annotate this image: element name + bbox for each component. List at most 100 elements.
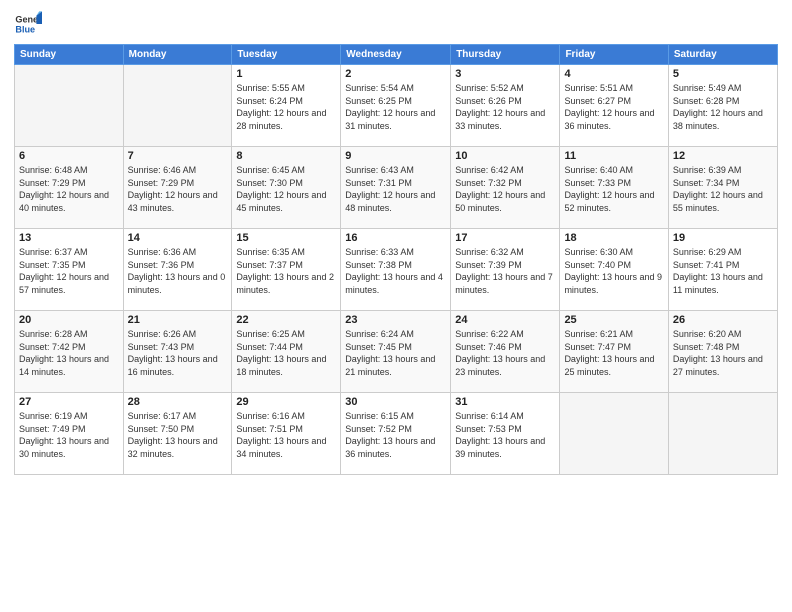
- calendar-cell: 26 Sunrise: 6:20 AM Sunset: 7:48 PM Dayli…: [668, 311, 777, 393]
- day-number: 23: [345, 314, 446, 326]
- day-info: Sunrise: 5:49 AM Sunset: 6:28 PM Dayligh…: [673, 82, 773, 132]
- day-number: 24: [455, 314, 555, 326]
- calendar-cell: 29 Sunrise: 6:16 AM Sunset: 7:51 PM Dayli…: [232, 393, 341, 475]
- day-info: Sunrise: 6:14 AM Sunset: 7:53 PM Dayligh…: [455, 410, 555, 460]
- calendar-table: SundayMondayTuesdayWednesdayThursdayFrid…: [14, 44, 778, 475]
- day-info: Sunrise: 6:46 AM Sunset: 7:29 PM Dayligh…: [128, 164, 228, 214]
- day-info: Sunrise: 5:54 AM Sunset: 6:25 PM Dayligh…: [345, 82, 446, 132]
- calendar-cell: 7 Sunrise: 6:46 AM Sunset: 7:29 PM Daylig…: [123, 147, 232, 229]
- calendar-cell: 23Sunrise: 6:24 AM Sunset: 7:45 PM Dayli…: [341, 311, 451, 393]
- day-info: Sunrise: 6:17 AM Sunset: 7:50 PM Dayligh…: [128, 410, 228, 460]
- calendar-cell: 4 Sunrise: 5:51 AM Sunset: 6:27 PM Daylig…: [560, 65, 668, 147]
- calendar-cell: 10Sunrise: 6:42 AM Sunset: 7:32 PM Dayli…: [451, 147, 560, 229]
- day-number: 9: [345, 150, 446, 162]
- calendar-cell: 14 Sunrise: 6:36 AM Sunset: 7:36 PM Dayli…: [123, 229, 232, 311]
- day-number: 26: [673, 314, 773, 326]
- day-number: 13: [19, 232, 119, 244]
- day-number: 18: [564, 232, 663, 244]
- day-number: 15: [236, 232, 336, 244]
- calendar-cell: 30 Sunrise: 6:15 AM Sunset: 7:52 PM Dayli…: [341, 393, 451, 475]
- calendar-cell: 13Sunrise: 6:37 AM Sunset: 7:35 PM Dayli…: [15, 229, 124, 311]
- day-number: 22: [236, 314, 336, 326]
- day-number: 29: [236, 396, 336, 408]
- day-number: 5: [673, 68, 773, 80]
- day-number: 28: [128, 396, 228, 408]
- calendar-cell: 19 Sunrise: 6:29 AM Sunset: 7:41 PM Dayli…: [668, 229, 777, 311]
- day-number: 8: [236, 150, 336, 162]
- calendar-header-monday: Monday: [123, 45, 232, 65]
- day-info: Sunrise: 6:19 AM Sunset: 7:49 PM Dayligh…: [19, 410, 119, 460]
- calendar-cell: 11 Sunrise: 6:40 AM Sunset: 7:33 PM Dayli…: [560, 147, 668, 229]
- calendar-cell: 21Sunrise: 6:26 AM Sunset: 7:43 PM Dayli…: [123, 311, 232, 393]
- day-info: Sunrise: 6:36 AM Sunset: 7:36 PM Dayligh…: [128, 246, 228, 296]
- calendar-cell: 5 Sunrise: 5:49 AM Sunset: 6:28 PM Daylig…: [668, 65, 777, 147]
- day-info: Sunrise: 6:21 AM Sunset: 7:47 PM Dayligh…: [564, 328, 663, 378]
- calendar-cell: [123, 65, 232, 147]
- page: General Blue SundayMondayTuesdayWednesda…: [0, 0, 792, 612]
- header: General Blue: [14, 10, 778, 38]
- svg-text:Blue: Blue: [15, 24, 35, 34]
- day-info: Sunrise: 6:40 AM Sunset: 7:33 PM Dayligh…: [564, 164, 663, 214]
- day-info: Sunrise: 6:20 AM Sunset: 7:48 PM Dayligh…: [673, 328, 773, 378]
- calendar-cell: 1 Sunrise: 5:55 AM Sunset: 6:24 PM Daylig…: [232, 65, 341, 147]
- calendar-cell: 28 Sunrise: 6:17 AM Sunset: 7:50 PM Dayli…: [123, 393, 232, 475]
- day-info: Sunrise: 6:22 AM Sunset: 7:46 PM Dayligh…: [455, 328, 555, 378]
- calendar-cell: [668, 393, 777, 475]
- day-number: 21: [128, 314, 228, 326]
- day-number: 17: [455, 232, 555, 244]
- calendar-cell: 31 Sunrise: 6:14 AM Sunset: 7:53 PM Dayli…: [451, 393, 560, 475]
- day-info: Sunrise: 6:15 AM Sunset: 7:52 PM Dayligh…: [345, 410, 446, 460]
- day-info: Sunrise: 6:30 AM Sunset: 7:40 PM Dayligh…: [564, 246, 663, 296]
- day-info: Sunrise: 6:45 AM Sunset: 7:30 PM Dayligh…: [236, 164, 336, 214]
- calendar-cell: 9 Sunrise: 6:43 AM Sunset: 7:31 PM Daylig…: [341, 147, 451, 229]
- day-info: Sunrise: 6:29 AM Sunset: 7:41 PM Dayligh…: [673, 246, 773, 296]
- day-info: Sunrise: 6:25 AM Sunset: 7:44 PM Dayligh…: [236, 328, 336, 378]
- day-number: 14: [128, 232, 228, 244]
- day-info: Sunrise: 5:51 AM Sunset: 6:27 PM Dayligh…: [564, 82, 663, 132]
- calendar-cell: 8 Sunrise: 6:45 AM Sunset: 7:30 PM Daylig…: [232, 147, 341, 229]
- day-info: Sunrise: 6:33 AM Sunset: 7:38 PM Dayligh…: [345, 246, 446, 296]
- calendar-week-2: 6Sunrise: 6:48 AM Sunset: 7:29 PM Daylig…: [15, 147, 778, 229]
- calendar-week-1: 1 Sunrise: 5:55 AM Sunset: 6:24 PM Daylig…: [15, 65, 778, 147]
- day-number: 30: [345, 396, 446, 408]
- calendar-cell: 2 Sunrise: 5:54 AM Sunset: 6:25 PM Daylig…: [341, 65, 451, 147]
- calendar-cell: 12Sunrise: 6:39 AM Sunset: 7:34 PM Dayli…: [668, 147, 777, 229]
- day-info: Sunrise: 6:32 AM Sunset: 7:39 PM Dayligh…: [455, 246, 555, 296]
- day-number: 31: [455, 396, 555, 408]
- calendar-header-thursday: Thursday: [451, 45, 560, 65]
- calendar-header-sunday: Sunday: [15, 45, 124, 65]
- calendar-cell: 6Sunrise: 6:48 AM Sunset: 7:29 PM Daylig…: [15, 147, 124, 229]
- calendar-header-row: SundayMondayTuesdayWednesdayThursdayFrid…: [15, 45, 778, 65]
- calendar-header-friday: Friday: [560, 45, 668, 65]
- day-number: 19: [673, 232, 773, 244]
- day-info: Sunrise: 6:28 AM Sunset: 7:42 PM Dayligh…: [19, 328, 119, 378]
- calendar-cell: 20Sunrise: 6:28 AM Sunset: 7:42 PM Dayli…: [15, 311, 124, 393]
- day-number: 1: [236, 68, 336, 80]
- day-number: 3: [455, 68, 555, 80]
- day-number: 25: [564, 314, 663, 326]
- day-info: Sunrise: 5:55 AM Sunset: 6:24 PM Dayligh…: [236, 82, 336, 132]
- logo-icon: General Blue: [14, 10, 42, 38]
- calendar-cell: 22 Sunrise: 6:25 AM Sunset: 7:44 PM Dayli…: [232, 311, 341, 393]
- calendar-cell: 17 Sunrise: 6:32 AM Sunset: 7:39 PM Dayli…: [451, 229, 560, 311]
- day-info: Sunrise: 6:16 AM Sunset: 7:51 PM Dayligh…: [236, 410, 336, 460]
- day-number: 11: [564, 150, 663, 162]
- calendar-cell: 24 Sunrise: 6:22 AM Sunset: 7:46 PM Dayli…: [451, 311, 560, 393]
- day-info: Sunrise: 6:39 AM Sunset: 7:34 PM Dayligh…: [673, 164, 773, 214]
- calendar-cell: 16Sunrise: 6:33 AM Sunset: 7:38 PM Dayli…: [341, 229, 451, 311]
- day-info: Sunrise: 6:35 AM Sunset: 7:37 PM Dayligh…: [236, 246, 336, 296]
- calendar-week-4: 20Sunrise: 6:28 AM Sunset: 7:42 PM Dayli…: [15, 311, 778, 393]
- calendar-header-tuesday: Tuesday: [232, 45, 341, 65]
- day-number: 6: [19, 150, 119, 162]
- calendar-header-wednesday: Wednesday: [341, 45, 451, 65]
- calendar-cell: 25 Sunrise: 6:21 AM Sunset: 7:47 PM Dayli…: [560, 311, 668, 393]
- day-info: Sunrise: 6:43 AM Sunset: 7:31 PM Dayligh…: [345, 164, 446, 214]
- calendar-cell: 27Sunrise: 6:19 AM Sunset: 7:49 PM Dayli…: [15, 393, 124, 475]
- day-number: 7: [128, 150, 228, 162]
- day-number: 2: [345, 68, 446, 80]
- calendar-cell: 3 Sunrise: 5:52 AM Sunset: 6:26 PM Daylig…: [451, 65, 560, 147]
- day-number: 4: [564, 68, 663, 80]
- calendar-cell: 18 Sunrise: 6:30 AM Sunset: 7:40 PM Dayli…: [560, 229, 668, 311]
- day-info: Sunrise: 5:52 AM Sunset: 6:26 PM Dayligh…: [455, 82, 555, 132]
- calendar-header-saturday: Saturday: [668, 45, 777, 65]
